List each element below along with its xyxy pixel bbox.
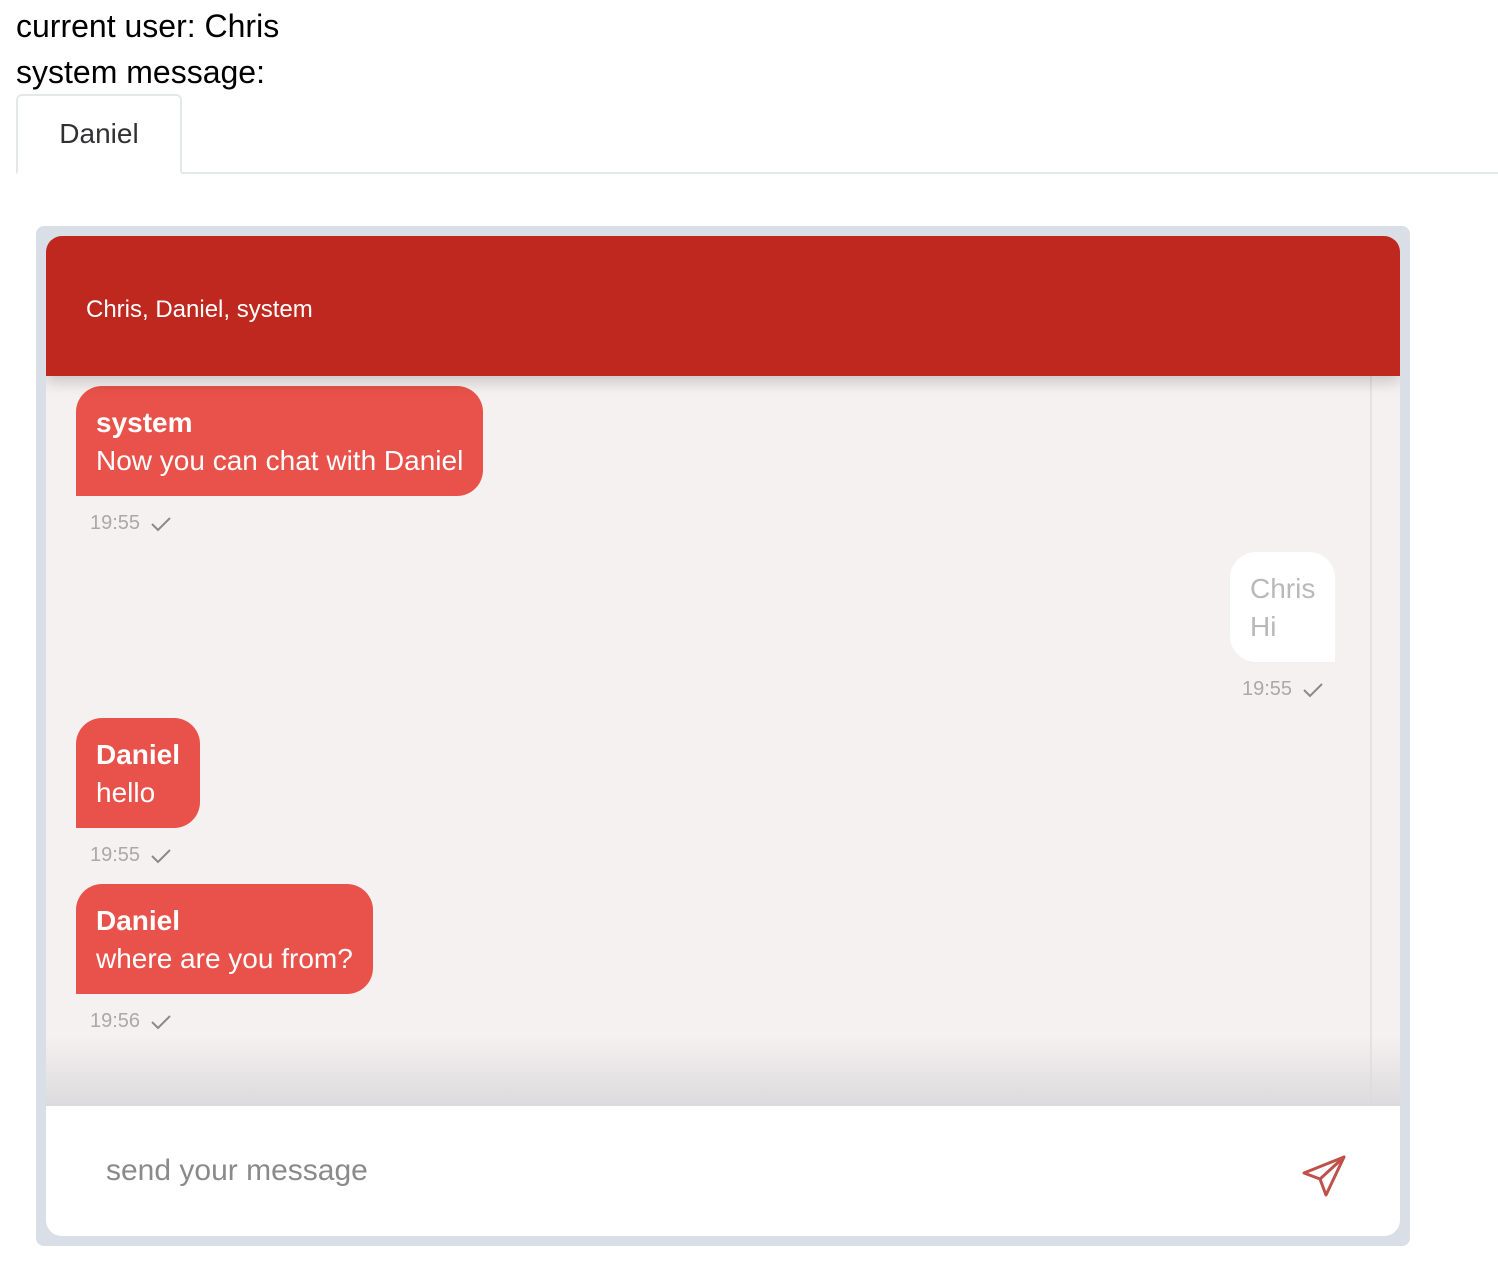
message-bubble: system Now you can chat with Daniel xyxy=(76,386,484,496)
message-text: Now you can chat with Daniel xyxy=(96,445,464,476)
send-icon xyxy=(1302,1155,1346,1197)
message-input[interactable] xyxy=(86,1141,1266,1201)
message-meta: 19:56 xyxy=(90,1010,172,1033)
system-message-label: system message: xyxy=(16,54,265,90)
message-sender: Chris xyxy=(1250,573,1316,604)
check-icon xyxy=(1303,682,1323,697)
check-icon xyxy=(151,516,171,531)
message-sender: Daniel xyxy=(96,905,181,936)
message-meta: 19:55 xyxy=(1242,678,1324,701)
message-meta: 19:55 xyxy=(90,512,172,535)
message-sender: system xyxy=(96,407,193,438)
send-button[interactable] xyxy=(1300,1151,1348,1199)
message-text: hello xyxy=(96,777,156,808)
message-time: 19:56 xyxy=(90,1010,141,1032)
message-list[interactable]: system Now you can chat with Daniel 19:5… xyxy=(46,376,1400,1106)
chat-header: Chris, Daniel, system xyxy=(46,236,1400,376)
message-bubble: Daniel where are you from? xyxy=(76,884,373,994)
check-icon xyxy=(151,848,171,863)
message-time: 19:55 xyxy=(1242,678,1293,700)
message-input-bar xyxy=(46,1106,1400,1236)
bottom-fade xyxy=(46,1036,1400,1106)
participants-list: Chris, Daniel, system xyxy=(86,296,313,323)
check-icon xyxy=(151,1014,171,1029)
message-time: 19:55 xyxy=(90,512,141,534)
chat-frame: Chris, Daniel, system system Now you can… xyxy=(36,226,1410,1246)
tab-bar: Daniel xyxy=(16,94,1498,174)
current-user-label: current user: Chris xyxy=(16,8,280,44)
message-bubble: Chris Hi xyxy=(1230,552,1336,662)
message-time: 19:55 xyxy=(90,844,141,866)
message-sender: Daniel xyxy=(96,739,181,770)
message-text: where are you from? xyxy=(96,943,353,974)
chat-window: Chris, Daniel, system system Now you can… xyxy=(46,236,1400,1236)
tab-daniel[interactable]: Daniel xyxy=(16,94,182,174)
message-text: Hi xyxy=(1250,611,1277,642)
message-meta: 19:55 xyxy=(90,844,172,867)
message-bubble: Daniel hello xyxy=(76,718,201,828)
scrollbar-track[interactable] xyxy=(1370,376,1372,1106)
